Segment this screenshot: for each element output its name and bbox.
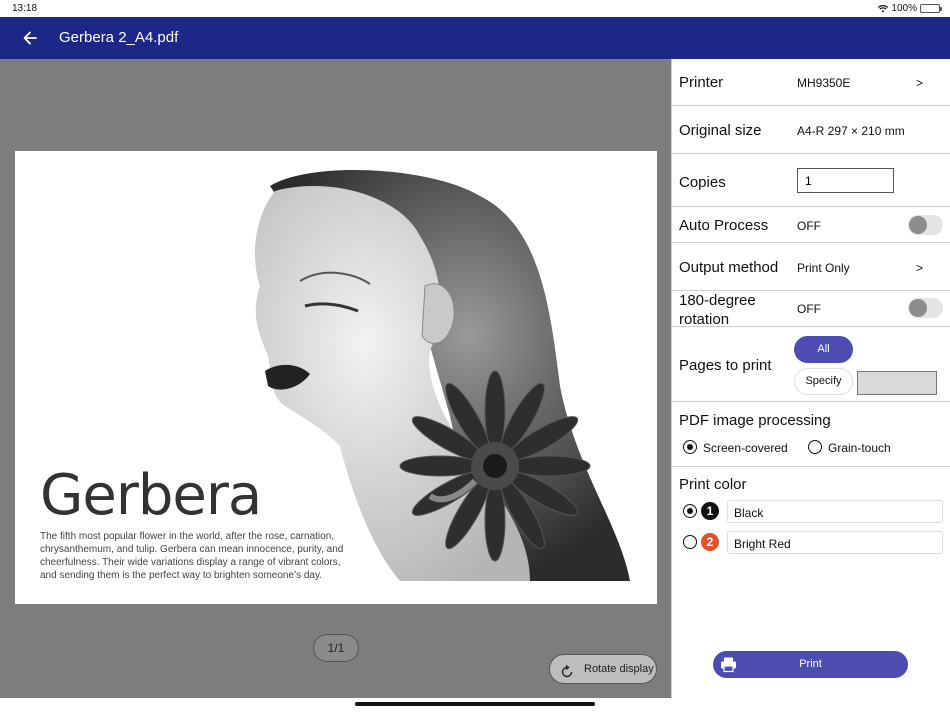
copies-input[interactable] <box>797 168 894 193</box>
page-indicator[interactable]: 1/1 <box>313 634 359 662</box>
status-right: 100% <box>878 3 942 14</box>
back-arrow-icon[interactable] <box>20 28 40 48</box>
pages-specify-button[interactable]: Specify <box>794 368 853 395</box>
printer-label: Printer <box>679 74 724 91</box>
screen-covered-radio[interactable] <box>683 440 697 454</box>
print-button-label: Print <box>799 658 822 670</box>
flyer-body-text: The fifth most popular flower in the wor… <box>40 531 344 581</box>
rotation-label: 180-degree rotation <box>679 292 756 328</box>
color-black-field[interactable]: Black <box>727 500 943 523</box>
pages-all-button[interactable]: All <box>794 336 853 363</box>
output-method-row[interactable]: Output method Print Only > <box>672 243 950 291</box>
color-black-radio[interactable] <box>683 504 697 518</box>
rotation-row: 180-degree rotation OFF <box>672 291 950 328</box>
print-button[interactable]: Print <box>713 651 908 678</box>
color-1-badge: 1 <box>701 502 719 520</box>
preview-pane: Gerbera The fifth most popular flower in… <box>0 59 671 698</box>
screen-covered-label: Screen-covered <box>703 441 788 455</box>
portrait-photo <box>255 169 630 581</box>
printer-chevron-icon[interactable]: > <box>916 76 923 90</box>
rotation-toggle[interactable] <box>908 298 943 318</box>
pdf-processing-label: PDF image processing <box>679 412 831 429</box>
pdf-processing-row: PDF image processing Screen-covered Grai… <box>672 402 950 467</box>
printer-row[interactable]: Printer MH9350E > <box>672 59 950 106</box>
document-title: Gerbera 2_A4.pdf <box>59 29 179 46</box>
status-time: 13:18 <box>12 3 38 14</box>
auto-process-toggle[interactable] <box>908 215 943 235</box>
rotate-display-button[interactable]: Rotate display <box>549 654 657 684</box>
color-red-field[interactable]: Bright Red <box>727 531 943 554</box>
output-method-chevron-icon[interactable]: > <box>916 261 923 275</box>
status-bar: 13:18 100% <box>0 0 950 17</box>
copies-row: Copies <box>672 154 950 207</box>
copies-label: Copies <box>679 174 726 191</box>
printer-icon <box>720 656 737 673</box>
color-2-badge: 2 <box>701 533 719 551</box>
original-size-label: Original size <box>679 122 762 139</box>
grain-touch-radio[interactable] <box>808 440 822 454</box>
pages-to-print-row: Pages to print All Specify <box>672 327 950 402</box>
color-red-radio[interactable] <box>683 535 697 549</box>
auto-process-value: OFF <box>797 219 821 233</box>
battery-icon <box>920 4 942 13</box>
print-color-section: Print color 1 Black 2 Bright Red <box>672 467 950 567</box>
battery-percent: 100% <box>891 3 917 14</box>
rotate-display-label: Rotate display <box>584 663 654 675</box>
printer-value: MH9350E <box>797 76 851 90</box>
pages-to-print-label: Pages to print <box>679 357 772 374</box>
page-preview: Gerbera The fifth most popular flower in… <box>15 151 657 604</box>
grain-touch-label: Grain-touch <box>828 441 891 455</box>
print-color-label: Print color <box>679 476 747 493</box>
flyer-headline: Gerbera <box>40 463 262 528</box>
rotation-value: OFF <box>797 302 821 316</box>
pages-specify-input[interactable] <box>857 371 937 395</box>
output-method-label: Output method <box>679 259 779 276</box>
original-size-row: Original size A4-R 297 × 210 mm <box>672 106 950 154</box>
original-size-value: A4-R 297 × 210 mm <box>797 124 905 138</box>
auto-process-row: Auto Process OFF <box>672 207 950 243</box>
settings-panel: Printer MH9350E > Original size A4-R 297… <box>671 59 950 698</box>
wifi-icon <box>878 4 889 13</box>
output-method-value: Print Only <box>797 261 850 275</box>
rotate-icon <box>560 662 574 678</box>
home-indicator[interactable] <box>355 702 595 706</box>
app-bar: Gerbera 2_A4.pdf <box>0 17 950 59</box>
auto-process-label: Auto Process <box>679 217 769 234</box>
